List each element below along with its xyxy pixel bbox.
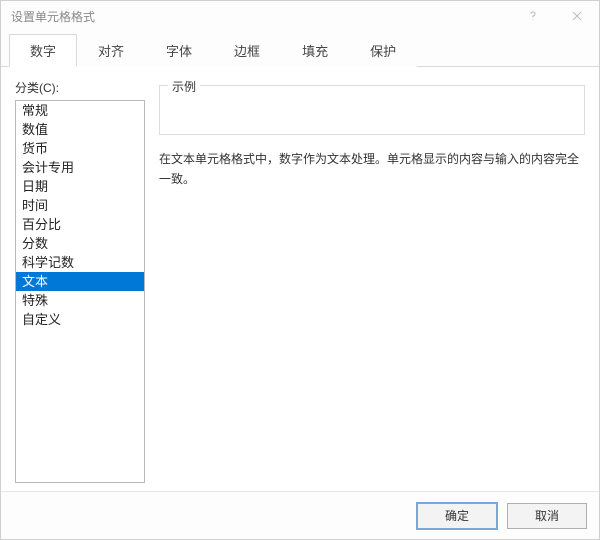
category-listbox[interactable]: 常规 数值 货币 会计专用 日期 时间 百分比 分数 科学记数 文本 特殊 自定… — [15, 100, 145, 483]
detail-panel: 示例 在文本单元格格式中，数字作为文本处理。单元格显示的内容与输入的内容完全一致… — [159, 79, 585, 483]
tab-protection[interactable]: 保护 — [349, 34, 417, 67]
tab-fill[interactable]: 填充 — [281, 34, 349, 67]
dialog-footer: 确定 取消 — [1, 491, 599, 539]
list-item[interactable]: 百分比 — [16, 215, 144, 234]
cancel-button[interactable]: 取消 — [507, 503, 587, 529]
close-button[interactable] — [555, 1, 599, 31]
format-description: 在文本单元格格式中，数字作为文本处理。单元格显示的内容与输入的内容完全一致。 — [159, 149, 585, 189]
list-item[interactable]: 分数 — [16, 234, 144, 253]
list-item[interactable]: 时间 — [16, 196, 144, 215]
titlebar: 设置单元格格式 — [1, 1, 599, 31]
tab-border[interactable]: 边框 — [213, 34, 281, 67]
list-item[interactable]: 数值 — [16, 120, 144, 139]
ok-button[interactable]: 确定 — [417, 503, 497, 529]
list-item[interactable]: 科学记数 — [16, 253, 144, 272]
sample-legend: 示例 — [168, 78, 200, 95]
sample-groupbox: 示例 — [159, 85, 585, 135]
dialog-window: 设置单元格格式 数字 对齐 字体 边框 填充 保护 分类(C): 常规 — [0, 0, 600, 540]
help-button[interactable] — [511, 1, 555, 31]
content-area: 分类(C): 常规 数值 货币 会计专用 日期 时间 百分比 分数 科学记数 文… — [1, 67, 599, 491]
category-panel: 分类(C): 常规 数值 货币 会计专用 日期 时间 百分比 分数 科学记数 文… — [15, 79, 145, 483]
list-item[interactable]: 文本 — [16, 272, 144, 291]
list-item[interactable]: 会计专用 — [16, 158, 144, 177]
tab-font[interactable]: 字体 — [145, 34, 213, 67]
titlebar-buttons — [511, 1, 599, 31]
tabstrip: 数字 对齐 字体 边框 填充 保护 — [1, 33, 599, 67]
list-item[interactable]: 自定义 — [16, 310, 144, 329]
tab-number[interactable]: 数字 — [9, 34, 77, 67]
tab-alignment[interactable]: 对齐 — [77, 34, 145, 67]
list-item[interactable]: 日期 — [16, 177, 144, 196]
list-item[interactable]: 特殊 — [16, 291, 144, 310]
list-item[interactable]: 常规 — [16, 101, 144, 120]
window-title: 设置单元格格式 — [11, 8, 95, 25]
category-label: 分类(C): — [15, 79, 145, 96]
list-item[interactable]: 货币 — [16, 139, 144, 158]
